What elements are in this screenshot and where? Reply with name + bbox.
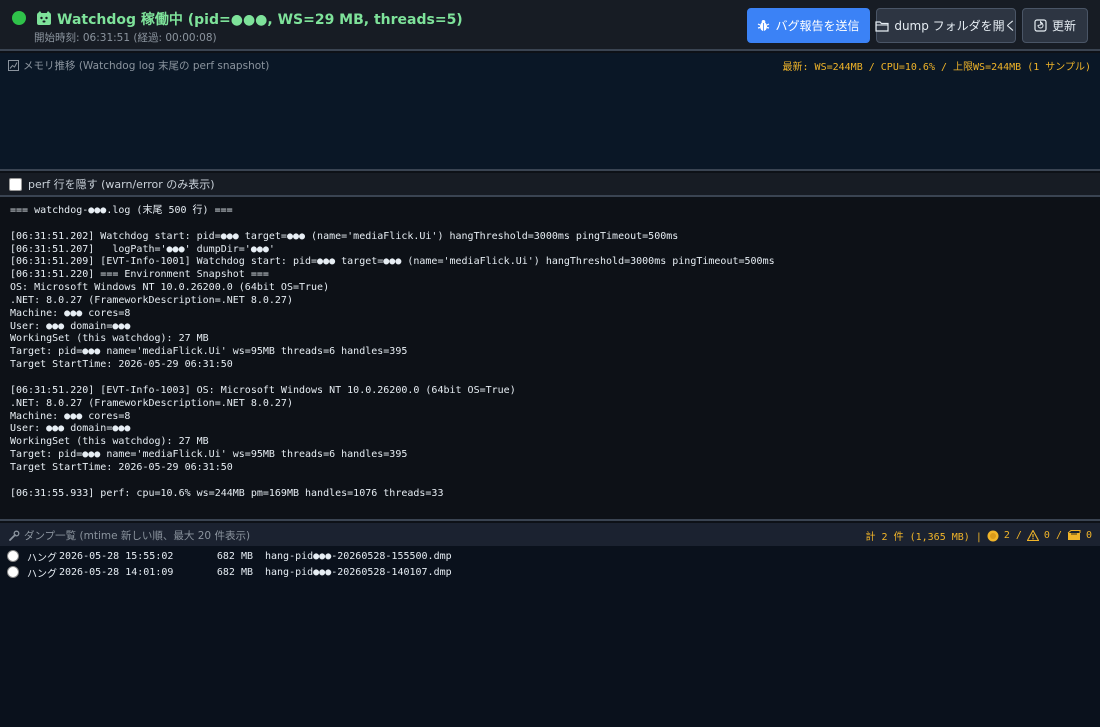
log-line: Machine: ●●● cores=8 (10, 410, 131, 422)
log-viewer[interactable]: === watchdog-●●●.log (末尾 500 行) === [06:3… (0, 199, 1100, 521)
dump-summary: 計 2 件 (1,365 MB) | 2 / 0 / 0 (866, 528, 1092, 543)
refresh-button[interactable]: 更新 (1022, 8, 1088, 43)
log-line: Target StartTime: 2026-05-29 06:31:50 (10, 359, 233, 371)
memory-chart-title-text: メモリ推移 (Watchdog log 末尾の perf snapshot) (23, 60, 270, 72)
dump-list-title: ダンプ一覧 (mtime 新しい順、最大 20 件表示) (8, 528, 250, 543)
log-line: WorkingSet (this watchdog): 27 MB (10, 436, 209, 448)
hide-perf-label[interactable]: perf 行を隠す (warn/error のみ表示) (28, 176, 215, 192)
log-line: OS: Microsoft Windows NT 10.0.26200.0 (6… (10, 282, 330, 294)
memory-chart-panel: メモリ推移 (Watchdog log 末尾の perf snapshot) 最… (0, 53, 1100, 171)
refresh-icon (1034, 19, 1047, 32)
log-line: Target StartTime: 2026-05-29 06:31:50 (10, 461, 233, 473)
log-line: WorkingSet (this watchdog): 27 MB (10, 333, 209, 345)
warning-icon (1026, 530, 1039, 541)
log-line: Target: pid=●●● name='mediaFlick.Ui' ws=… (10, 449, 408, 461)
dump-filename: hang-pid●●●-20260528-140107.dmp (265, 566, 452, 578)
dump-radio[interactable] (7, 566, 19, 578)
log-line: [06:31:51.220] === Environment Snapshot … (10, 269, 269, 281)
dump-row[interactable]: ハング 2026-05-28 15:55:02 682 MB hang-pid●… (7, 548, 452, 564)
dump-size: 682 MB (216, 550, 253, 562)
log-line: [06:31:51.202] Watchdog start: pid=●●● t… (10, 230, 679, 242)
dump-row[interactable]: ハング 2026-05-28 14:01:09 682 MB hang-pid●… (7, 564, 452, 580)
dump-radio[interactable] (7, 550, 19, 562)
status-indicator (12, 11, 26, 25)
log-line: [06:31:51.209] [EVT-Info-1001] Watchdog … (10, 256, 775, 268)
log-line: [06:31:51.220] [EVT-Info-1003] OS: Micro… (10, 384, 516, 396)
chart-icon (8, 60, 19, 71)
dump-list-header: ダンプ一覧 (mtime 新しい順、最大 20 件表示) 計 2 件 (1,36… (0, 523, 1100, 546)
dump-time: 2026-05-28 15:55:02 (59, 550, 174, 562)
dump-type: ハング (27, 552, 57, 564)
dump-type: ハング (27, 568, 57, 580)
log-line: Target: pid=●●● name='mediaFlick.Ui' ws=… (10, 346, 408, 358)
log-line: User: ●●● domain=●●● (10, 423, 131, 435)
folder-icon (875, 20, 889, 32)
memory-stats-text: 最新: WS=244MB / CPU=10.6% / 上限WS=244MB (1… (782, 62, 1091, 73)
refresh-label: 更新 (1051, 19, 1076, 33)
log-line: .NET: 8.0.27 (FrameworkDescription=.NET … (10, 397, 293, 409)
dump-filename: hang-pid●●●-20260528-155500.dmp (265, 550, 452, 562)
dump-total-text: 計 2 件 (1,365 MB) | (865, 532, 982, 543)
bug-icon (758, 20, 770, 31)
wrench-icon (9, 530, 20, 541)
send-bug-report-button[interactable]: バグ報告を送信 (747, 8, 870, 43)
dog-icon (37, 11, 51, 25)
page-title: Watchdog 稼働中 (pid=●●●, WS=29 MB, threads… (57, 12, 463, 28)
log-line: === watchdog-●●●.log (末尾 500 行) === (10, 205, 233, 216)
package-icon (1067, 530, 1081, 540)
hide-perf-checkbox[interactable] (9, 177, 22, 191)
other-count: 0 (1085, 530, 1092, 541)
send-bug-report-label: バグ報告を送信 (775, 19, 860, 33)
hang-dump-icon (987, 530, 999, 541)
dump-time: 2026-05-28 14:01:09 (59, 566, 174, 578)
dump-size: 682 MB (216, 566, 253, 578)
start-time-text: 開始時刻: 06:31:51 (経過: 00:00:08) (34, 32, 217, 44)
dump-list-title-text: ダンプ一覧 (mtime 新しい順、最大 20 件表示) (24, 530, 251, 542)
hang-count: 2 / (1003, 530, 1022, 541)
log-filter-bar: perf 行を隠す (warn/error のみ表示) (0, 173, 1100, 197)
log-line: Machine: ●●● cores=8 (10, 307, 131, 319)
memory-chart-title: メモリ推移 (Watchdog log 末尾の perf snapshot) (8, 58, 269, 73)
open-dump-folder-button[interactable]: dump フォルダを開く (875, 8, 1017, 43)
log-line: [06:31:51.207] logPath='●●●' dumpDir='●●… (10, 243, 275, 255)
log-line: .NET: 8.0.27 (FrameworkDescription=.NET … (10, 294, 293, 306)
warning-count: 0 / (1043, 530, 1062, 541)
log-line: [06:31:55.933] perf: cpu=10.6% ws=244MB … (10, 487, 444, 499)
app-header: Watchdog 稼働中 (pid=●●●, WS=29 MB, threads… (0, 0, 1100, 51)
open-dump-folder-label: dump フォルダを開く (894, 19, 1017, 33)
dump-list: ハング 2026-05-28 15:55:02 682 MB hang-pid●… (0, 546, 1100, 727)
log-line: User: ●●● domain=●●● (10, 320, 131, 332)
